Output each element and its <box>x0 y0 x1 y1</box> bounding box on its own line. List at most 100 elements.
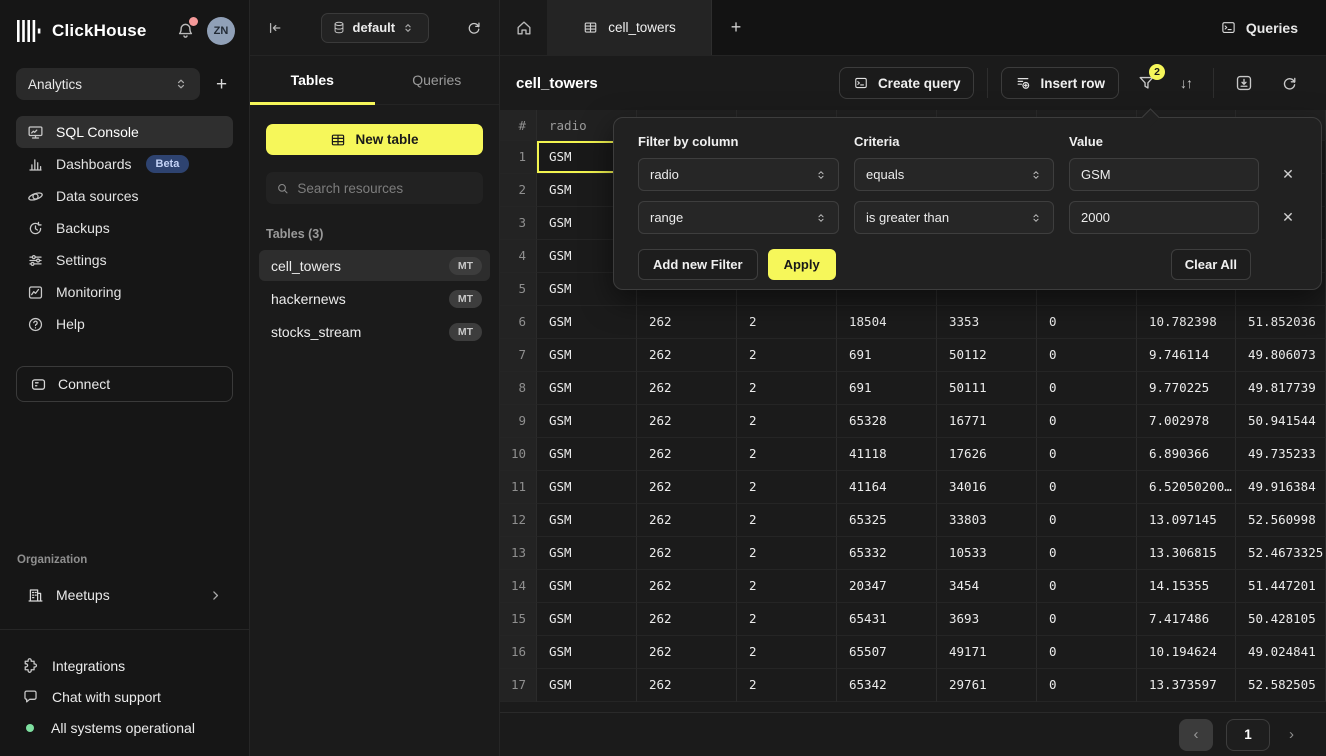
new-tab-button[interactable]: + <box>712 0 760 55</box>
new-table-button[interactable]: New table <box>266 124 483 155</box>
data-cell[interactable]: 262 <box>637 372 737 405</box>
data-cell[interactable]: GSM <box>537 471 637 504</box>
data-cell[interactable]: GSM <box>537 306 637 339</box>
data-cell[interactable]: GSM <box>537 504 637 537</box>
data-cell[interactable]: 0 <box>1037 339 1137 372</box>
data-cell[interactable]: 0 <box>1037 636 1137 669</box>
sidebar-item-data-sources[interactable]: Data sources <box>16 180 233 212</box>
filter-criteria-select[interactable]: is greater than <box>854 201 1054 234</box>
search-input[interactable] <box>297 181 473 196</box>
data-cell[interactable]: 34016 <box>937 471 1037 504</box>
data-cell[interactable]: 49171 <box>937 636 1037 669</box>
data-cell[interactable]: 262 <box>637 603 737 636</box>
data-cell[interactable]: GSM <box>537 438 637 471</box>
insert-row-button[interactable]: Insert row <box>1001 67 1119 99</box>
data-cell[interactable]: 2 <box>737 438 837 471</box>
data-cell[interactable]: 65328 <box>837 405 937 438</box>
data-cell[interactable]: 16771 <box>937 405 1037 438</box>
data-cell[interactable]: 17626 <box>937 438 1037 471</box>
data-cell[interactable]: 52.4673325 <box>1236 537 1326 570</box>
data-cell[interactable]: 262 <box>637 471 737 504</box>
data-cell[interactable]: 2 <box>737 537 837 570</box>
sidebar-item-monitoring[interactable]: Monitoring <box>16 276 233 308</box>
sidebar-item-dashboards[interactable]: DashboardsBeta <box>16 148 233 180</box>
data-cell[interactable]: 10.782398 <box>1137 306 1236 339</box>
data-cell[interactable]: 65507 <box>837 636 937 669</box>
filter-button[interactable]: 2 <box>1129 70 1164 96</box>
data-cell[interactable]: GSM <box>537 537 637 570</box>
refresh-data-button[interactable] <box>1273 71 1306 96</box>
data-cell[interactable]: GSM <box>537 405 637 438</box>
data-cell[interactable]: 262 <box>637 339 737 372</box>
data-cell[interactable]: 52.582505 <box>1236 669 1326 702</box>
sidebar-item-settings[interactable]: Settings <box>16 244 233 276</box>
data-cell[interactable]: 2 <box>737 405 837 438</box>
database-select[interactable]: default <box>321 13 429 43</box>
workspace-select[interactable]: Analytics <box>16 68 200 100</box>
data-cell[interactable]: 65431 <box>837 603 937 636</box>
data-cell[interactable]: 51.852036 <box>1236 306 1326 339</box>
add-workspace-button[interactable]: + <box>216 75 227 94</box>
sidebar-item-chat-with-support[interactable]: Chat with support <box>16 681 239 712</box>
data-cell[interactable]: 50.941544 <box>1236 405 1326 438</box>
data-cell[interactable]: 2 <box>737 504 837 537</box>
data-cell[interactable]: 2 <box>737 636 837 669</box>
data-cell[interactable]: 6.52050200… <box>1137 471 1236 504</box>
table-item-stocks_stream[interactable]: stocks_streamMT <box>259 316 490 347</box>
remove-filter-button[interactable]: ✕ <box>1274 166 1302 183</box>
data-cell[interactable]: GSM <box>537 636 637 669</box>
data-cell[interactable]: 3353 <box>937 306 1037 339</box>
data-cell[interactable]: 262 <box>637 504 737 537</box>
data-cell[interactable]: 691 <box>837 339 937 372</box>
filter-criteria-select[interactable]: equals <box>854 158 1054 191</box>
remove-filter-button[interactable]: ✕ <box>1274 209 1302 226</box>
data-cell[interactable]: 0 <box>1037 438 1137 471</box>
data-cell[interactable]: 50112 <box>937 339 1037 372</box>
data-cell[interactable]: 51.447201 <box>1236 570 1326 603</box>
explorer-tab-queries[interactable]: Queries <box>375 56 500 104</box>
tab-cell-towers[interactable]: cell_towers <box>548 0 712 55</box>
data-cell[interactable]: 50111 <box>937 372 1037 405</box>
next-page-button[interactable]: › <box>1283 722 1300 747</box>
data-cell[interactable]: 7.002978 <box>1137 405 1236 438</box>
notifications-button[interactable] <box>176 21 195 41</box>
data-cell[interactable]: 65332 <box>837 537 937 570</box>
data-cell[interactable]: 2 <box>737 570 837 603</box>
data-cell[interactable]: 9.770225 <box>1137 372 1236 405</box>
data-cell[interactable]: 262 <box>637 438 737 471</box>
data-cell[interactable]: 3693 <box>937 603 1037 636</box>
sidebar-item-sql-console[interactable]: SQL Console <box>16 116 233 148</box>
sort-button[interactable]: ↓↑ <box>1172 71 1200 95</box>
queries-button[interactable]: Queries <box>1220 0 1326 55</box>
filter-value-input[interactable] <box>1081 167 1247 182</box>
data-cell[interactable]: 65342 <box>837 669 937 702</box>
data-cell[interactable]: 2 <box>737 471 837 504</box>
sidebar-item-integrations[interactable]: Integrations <box>16 650 239 681</box>
data-cell[interactable]: 262 <box>637 570 737 603</box>
data-cell[interactable]: 9.746114 <box>1137 339 1236 372</box>
avatar[interactable]: ZN <box>207 17 235 45</box>
data-cell[interactable]: 14.15355 <box>1137 570 1236 603</box>
data-cell[interactable]: 0 <box>1037 372 1137 405</box>
connect-button[interactable]: Connect <box>16 366 233 402</box>
data-cell[interactable]: 49.735233 <box>1236 438 1326 471</box>
data-cell[interactable]: GSM <box>537 339 637 372</box>
sidebar-item-system-status[interactable]: All systems operational <box>16 712 239 743</box>
data-cell[interactable]: 0 <box>1037 603 1137 636</box>
data-cell[interactable]: 691 <box>837 372 937 405</box>
data-cell[interactable]: 0 <box>1037 537 1137 570</box>
filter-column-select[interactable]: range <box>638 201 839 234</box>
create-query-button[interactable]: Create query <box>839 67 975 99</box>
data-cell[interactable]: 0 <box>1037 306 1137 339</box>
data-cell[interactable]: 41164 <box>837 471 937 504</box>
filter-value-input[interactable] <box>1081 210 1247 225</box>
data-cell[interactable]: 0 <box>1037 669 1137 702</box>
data-cell[interactable]: 49.024841 <box>1236 636 1326 669</box>
data-cell[interactable]: 10.194624 <box>1137 636 1236 669</box>
data-cell[interactable]: GSM <box>537 570 637 603</box>
data-cell[interactable]: 262 <box>637 636 737 669</box>
table-item-cell_towers[interactable]: cell_towersMT <box>259 250 490 281</box>
data-cell[interactable]: 262 <box>637 537 737 570</box>
clear-filters-button[interactable]: Clear All <box>1171 249 1251 280</box>
download-button[interactable] <box>1227 70 1261 96</box>
